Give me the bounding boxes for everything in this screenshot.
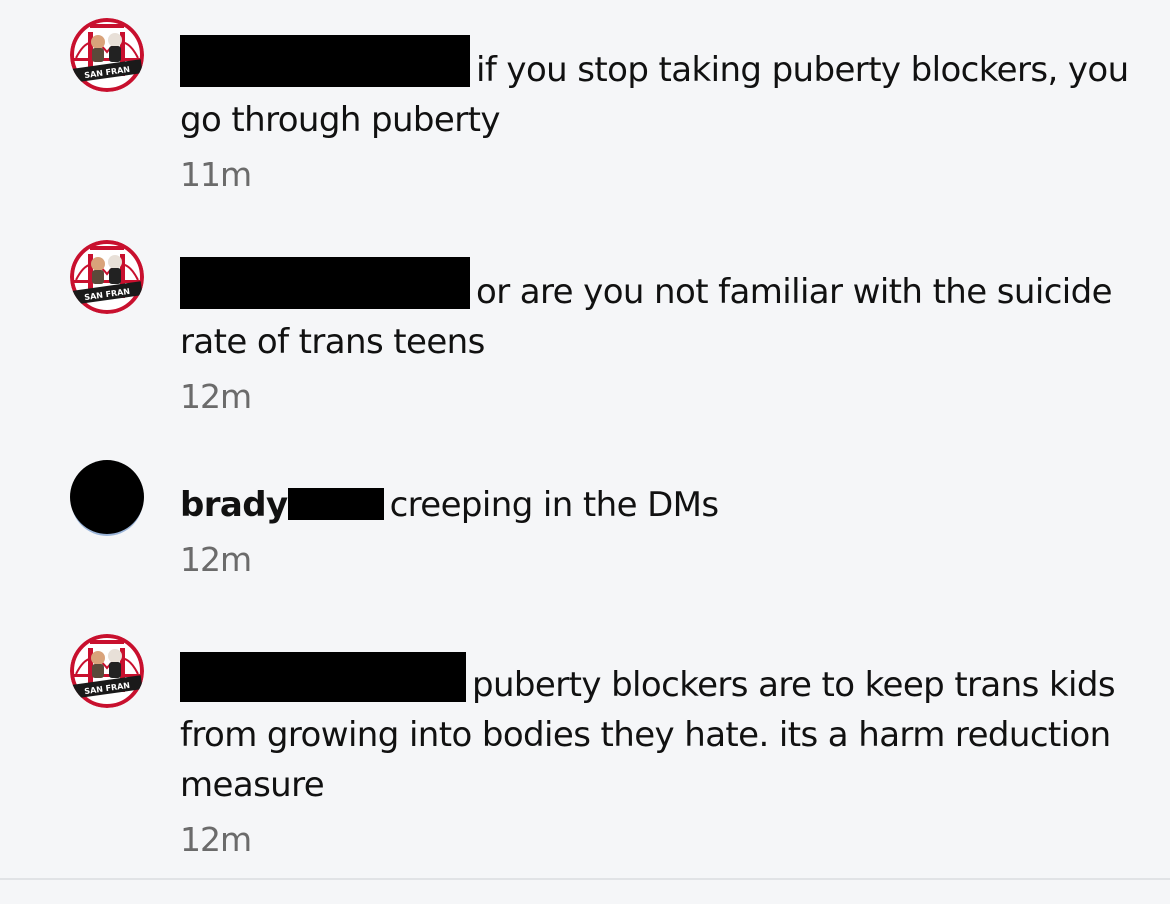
comment-timestamp: 12m [180,540,252,579]
comment-body: brady creeping in the DMs 12m [180,480,1130,580]
comment-text: creeping in the DMs [389,485,720,525]
comment-body: or are you not familiar with the suicide… [180,257,1130,417]
divider [0,878,1170,880]
redacted-username [287,488,384,520]
avatar[interactable] [70,18,144,92]
comment-text-line: brady creeping in the DMs [180,480,1130,530]
redacted-username [180,35,470,87]
bridge-logo-icon [70,240,144,314]
comment-username[interactable]: brady [180,485,288,525]
comment-timestamp: 11m [180,155,252,194]
redacted-username [180,257,470,309]
bridge-logo-icon [70,634,144,708]
comment-text-line: puberty blockers are to keep trans kids … [180,652,1130,810]
comment-body: if you stop taking puberty blockers, you… [180,35,1130,195]
redacted-username [180,652,466,702]
comment-body: puberty blockers are to keep trans kids … [180,652,1130,860]
comment-timestamp: 12m [180,820,252,859]
avatar[interactable] [70,240,144,314]
avatar[interactable] [70,460,144,534]
comment-feed: if you stop taking puberty blockers, you… [0,0,1170,904]
comment-timestamp: 12m [180,377,252,416]
comment-text-line: if you stop taking puberty blockers, you… [180,35,1130,145]
bridge-logo-icon [70,18,144,92]
comment-text-line: or are you not familiar with the suicide… [180,257,1130,367]
avatar[interactable] [70,634,144,708]
